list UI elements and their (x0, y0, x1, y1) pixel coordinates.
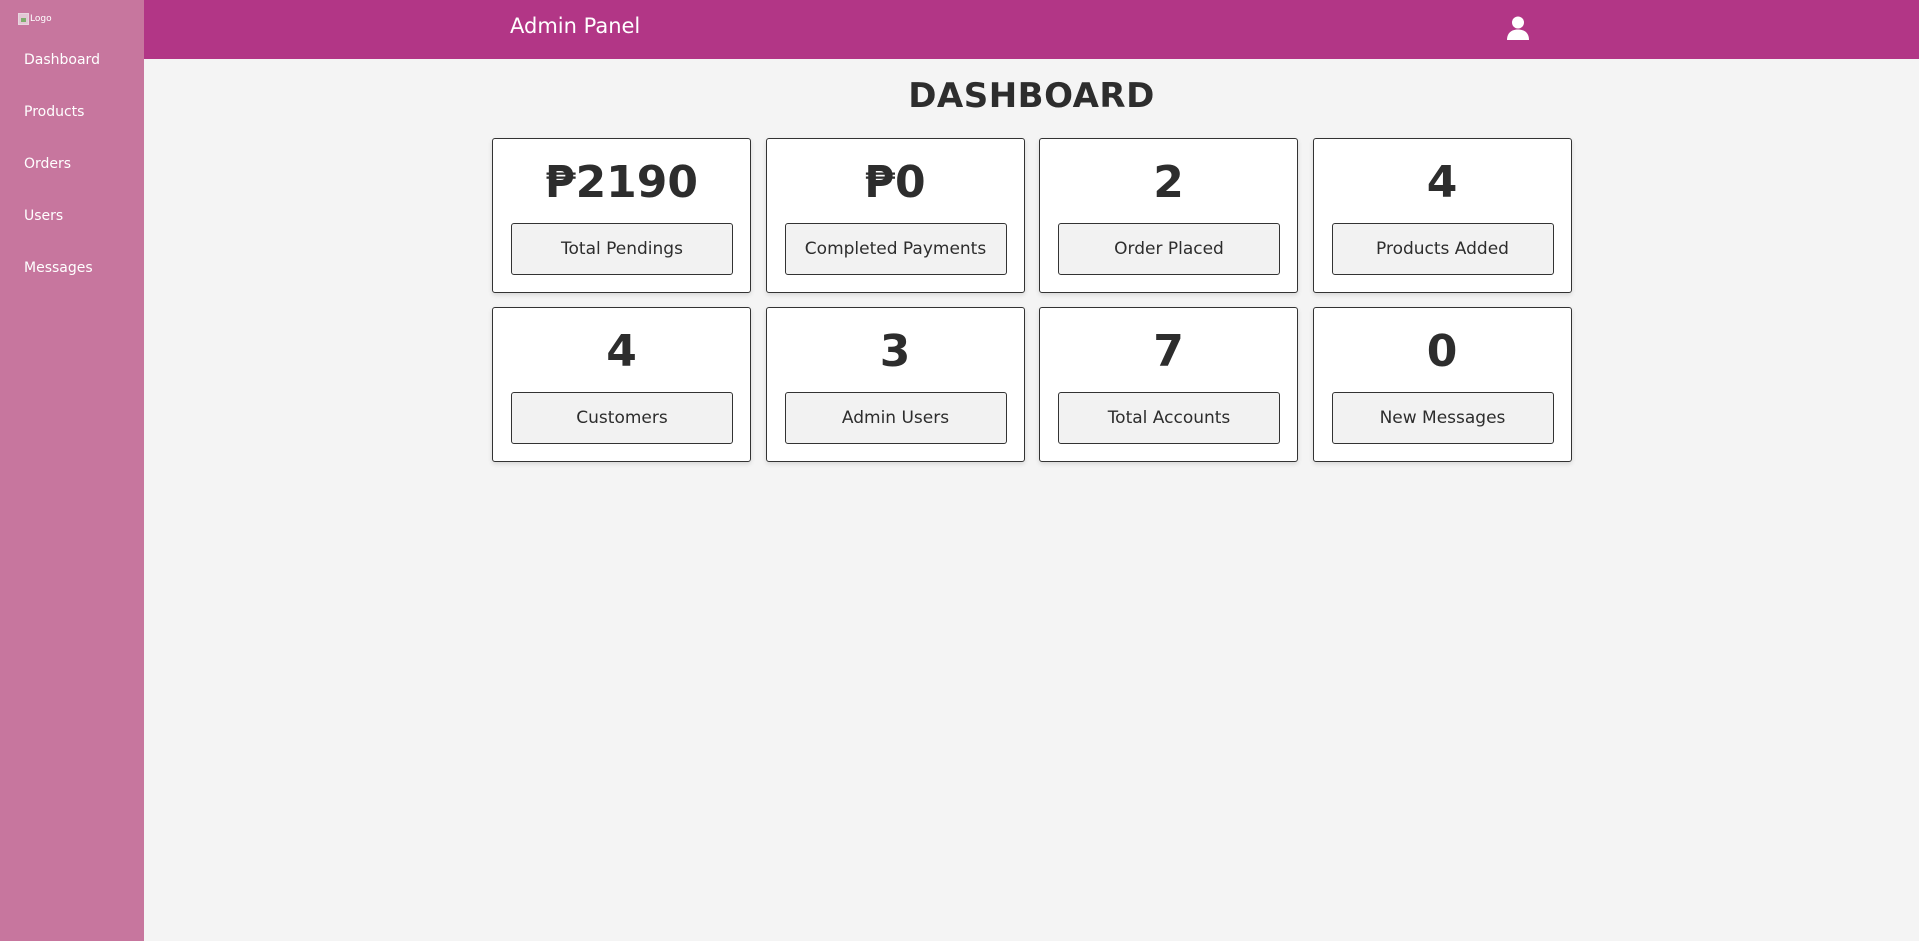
total-pendings-button[interactable]: Total Pendings (511, 223, 733, 275)
sidebar-nav: Dashboard Products Orders Users Messages (0, 42, 144, 302)
total-accounts-button[interactable]: Total Accounts (1058, 392, 1280, 444)
stat-value: ₱2190 (544, 157, 699, 208)
stat-value: 2 (1153, 157, 1184, 208)
products-added-button[interactable]: Products Added (1331, 223, 1554, 275)
sidebar-item-messages[interactable]: Messages (0, 250, 144, 302)
admin-users-button[interactable]: Admin Users (784, 392, 1007, 444)
customers-button[interactable]: Customers (511, 392, 733, 444)
sidebar-item-orders[interactable]: Orders (0, 146, 144, 198)
sidebar: Logo Dashboard Products Orders Users Mes… (0, 0, 144, 941)
stats-grid: ₱2190 Total Pendings ₱0 Completed Paymen… (492, 138, 1572, 462)
top-bar: Admin Panel (144, 0, 1919, 59)
stat-value: 4 (606, 326, 637, 377)
stat-value: 0 (1426, 326, 1458, 377)
order-placed-button[interactable]: Order Placed (1058, 223, 1280, 275)
stat-value: ₱0 (864, 157, 926, 208)
app-title: Admin Panel (510, 14, 641, 38)
completed-payments-button[interactable]: Completed Payments (784, 223, 1007, 275)
stat-value: 7 (1153, 326, 1184, 377)
stat-card-total-accounts: 7 Total Accounts (1039, 307, 1298, 462)
new-messages-button[interactable]: New Messages (1331, 392, 1554, 444)
stat-card-completed-payments: ₱0 Completed Payments (765, 138, 1025, 293)
stat-card-admin-users: 3 Admin Users (765, 307, 1025, 462)
stat-value: 4 (1426, 157, 1458, 208)
stat-value: 3 (879, 326, 911, 377)
sidebar-item-dashboard[interactable]: Dashboard (0, 42, 144, 94)
stat-card-order-placed: 2 Order Placed (1039, 138, 1298, 293)
user-icon[interactable] (1505, 15, 1531, 41)
broken-image-icon (18, 13, 29, 25)
user-icon-glyph (1507, 16, 1529, 40)
stat-card-customers: 4 Customers (492, 307, 751, 462)
sidebar-item-users[interactable]: Users (0, 198, 144, 250)
stat-card-new-messages: 0 New Messages (1312, 307, 1572, 462)
sidebar-item-products[interactable]: Products (0, 94, 144, 146)
logo-alt-text: Logo (30, 14, 52, 24)
stat-card-total-pendings: ₱2190 Total Pendings (492, 138, 751, 293)
stat-card-products-added: 4 Products Added (1312, 138, 1572, 293)
page-title: DASHBOARD (908, 76, 1155, 116)
logo[interactable]: Logo (18, 13, 52, 25)
